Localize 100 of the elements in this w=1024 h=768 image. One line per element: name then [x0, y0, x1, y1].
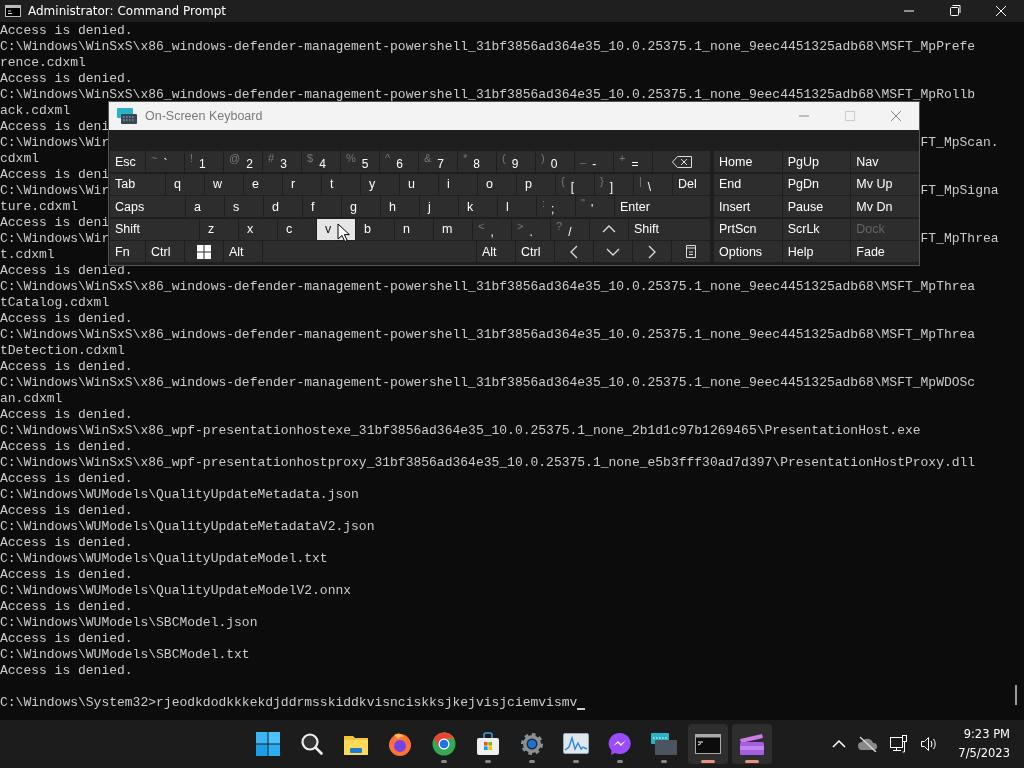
key[interactable]: } ] [595, 173, 633, 195]
key[interactable]: End [714, 173, 782, 195]
console-line: C:\Windows\WinSxS\x86_windows-defender-management-powershell_31bf3856ad364e35_10.0.25375.1_none_9eec4451325adb68\MSFT_MpPrefe [0, 39, 976, 55]
console-line: Access is denied. [0, 23, 133, 39]
key[interactable]: x [239, 218, 277, 240]
key[interactable]: Enter [615, 196, 710, 217]
taskbar-button[interactable] [688, 724, 728, 764]
key[interactable]: f [303, 196, 341, 217]
arrow-key[interactable] [555, 241, 593, 262]
key[interactable]: + = [614, 151, 652, 172]
key[interactable]: p [517, 173, 555, 195]
key[interactable]: Shift [629, 218, 710, 240]
key[interactable]: t [322, 173, 360, 195]
chevron-up-icon[interactable] [832, 739, 847, 749]
key[interactable]: e [244, 173, 282, 195]
scrollbar-thumb[interactable] [1015, 685, 1017, 705]
key[interactable]: ( 9 [497, 151, 535, 172]
key[interactable]: r [283, 173, 321, 195]
keyboard-icon [117, 108, 137, 124]
key[interactable]: Fn [110, 241, 145, 262]
backspace-key[interactable] [653, 151, 710, 172]
key[interactable]: ? / [551, 218, 589, 240]
key[interactable]: Del [673, 173, 710, 195]
key[interactable]: Options [714, 241, 782, 262]
key[interactable]: j [420, 196, 458, 217]
key[interactable]: Alt [477, 241, 515, 262]
key[interactable]: Pause [782, 196, 851, 217]
key[interactable]: PgDn [782, 173, 851, 195]
key[interactable]: % 5 [341, 151, 379, 172]
key[interactable]: i [439, 173, 477, 195]
key[interactable]: @ 2 [224, 151, 262, 172]
arrow-key[interactable] [590, 218, 628, 240]
window-title: Administrator: Command Prompt [28, 4, 226, 18]
backspace-icon [671, 155, 692, 168]
key[interactable]: l [498, 196, 536, 217]
chevron-up-icon [602, 225, 616, 233]
key[interactable]: w [205, 173, 243, 195]
key[interactable]: ^ 6 [380, 151, 418, 172]
key[interactable]: Mv Up [851, 173, 919, 195]
console-line: Access is denied. [0, 663, 133, 679]
key[interactable]: Insert [714, 196, 782, 217]
key[interactable]: Esc [110, 151, 145, 172]
key[interactable]: Help [782, 241, 851, 262]
key[interactable]: Nav [851, 151, 919, 172]
network-icon[interactable] [890, 735, 909, 753]
key[interactable]: # 3 [263, 151, 301, 172]
key[interactable]: Home [714, 151, 782, 172]
key[interactable]: * 8 [458, 151, 496, 172]
key[interactable]: y [361, 173, 399, 195]
key[interactable]: n [395, 218, 433, 240]
key[interactable]: PrtScn [714, 218, 782, 240]
key[interactable]: PgUp [782, 151, 851, 172]
key[interactable]: c [278, 218, 316, 240]
key[interactable]: s [225, 196, 263, 217]
console-line: ture.cdxml [0, 199, 78, 215]
key[interactable]: < , [473, 218, 511, 240]
key[interactable]: d [264, 196, 302, 217]
text-cursor [577, 708, 586, 710]
key[interactable]: b [356, 218, 394, 240]
key[interactable]: " ' [576, 196, 614, 217]
cloud-off-icon[interactable] [858, 736, 879, 752]
key[interactable]: & 7 [419, 151, 457, 172]
key[interactable]: Tab [110, 173, 165, 195]
key[interactable]: h [381, 196, 419, 217]
key[interactable]: { [ [556, 173, 594, 195]
key[interactable]: Alt [224, 241, 262, 262]
key[interactable]: ! 1 [185, 151, 223, 172]
key[interactable]: Ctrl [516, 241, 554, 262]
console-line: C:\Windows\WinSxS\x86_windows-defender-management-powershell_31bf3856ad364e35_10.0.25375.1_none_9eec4451325adb68\MSFT_MpRollb [0, 87, 976, 103]
key[interactable]: Shift [110, 218, 199, 240]
key[interactable]: | \ [634, 173, 672, 195]
key[interactable]: $ 4 [302, 151, 340, 172]
key[interactable]: ) 0 [536, 151, 574, 172]
key[interactable]: Fade [851, 241, 919, 262]
key[interactable]: Caps [110, 196, 185, 217]
console-line: Access is denied. [0, 567, 133, 583]
key[interactable]: Mv Dn [851, 196, 919, 217]
key[interactable]: ~ ` [146, 151, 184, 172]
key[interactable]: o [478, 173, 516, 195]
menu-key[interactable] [672, 241, 710, 262]
console-line: Access is denied. [0, 599, 133, 615]
clock[interactable]: 9:23 PM 7/5/2023 [958, 725, 1010, 763]
volume-icon[interactable] [920, 736, 939, 752]
windows-key[interactable] [185, 241, 223, 262]
key[interactable]: > . [512, 218, 550, 240]
key[interactable]: q [166, 173, 204, 195]
key[interactable]: m [434, 218, 472, 240]
windows-icon [197, 244, 211, 259]
key[interactable]: _ - [575, 151, 613, 172]
console-line: tDetection.cdxml [0, 343, 125, 359]
key[interactable]: z [200, 218, 238, 240]
console-line: C:\Windows\WUModels\QualityUpdateMetadata.json [0, 487, 359, 503]
key[interactable]: k [459, 196, 497, 217]
arrow-key[interactable] [594, 241, 632, 262]
key[interactable]: Ctrl [146, 241, 184, 262]
key[interactable]: : ; [537, 196, 575, 217]
key[interactable]: g [342, 196, 380, 217]
key[interactable]: a [186, 196, 224, 217]
key[interactable]: ScrLk [782, 218, 851, 240]
key[interactable]: u [400, 173, 438, 195]
